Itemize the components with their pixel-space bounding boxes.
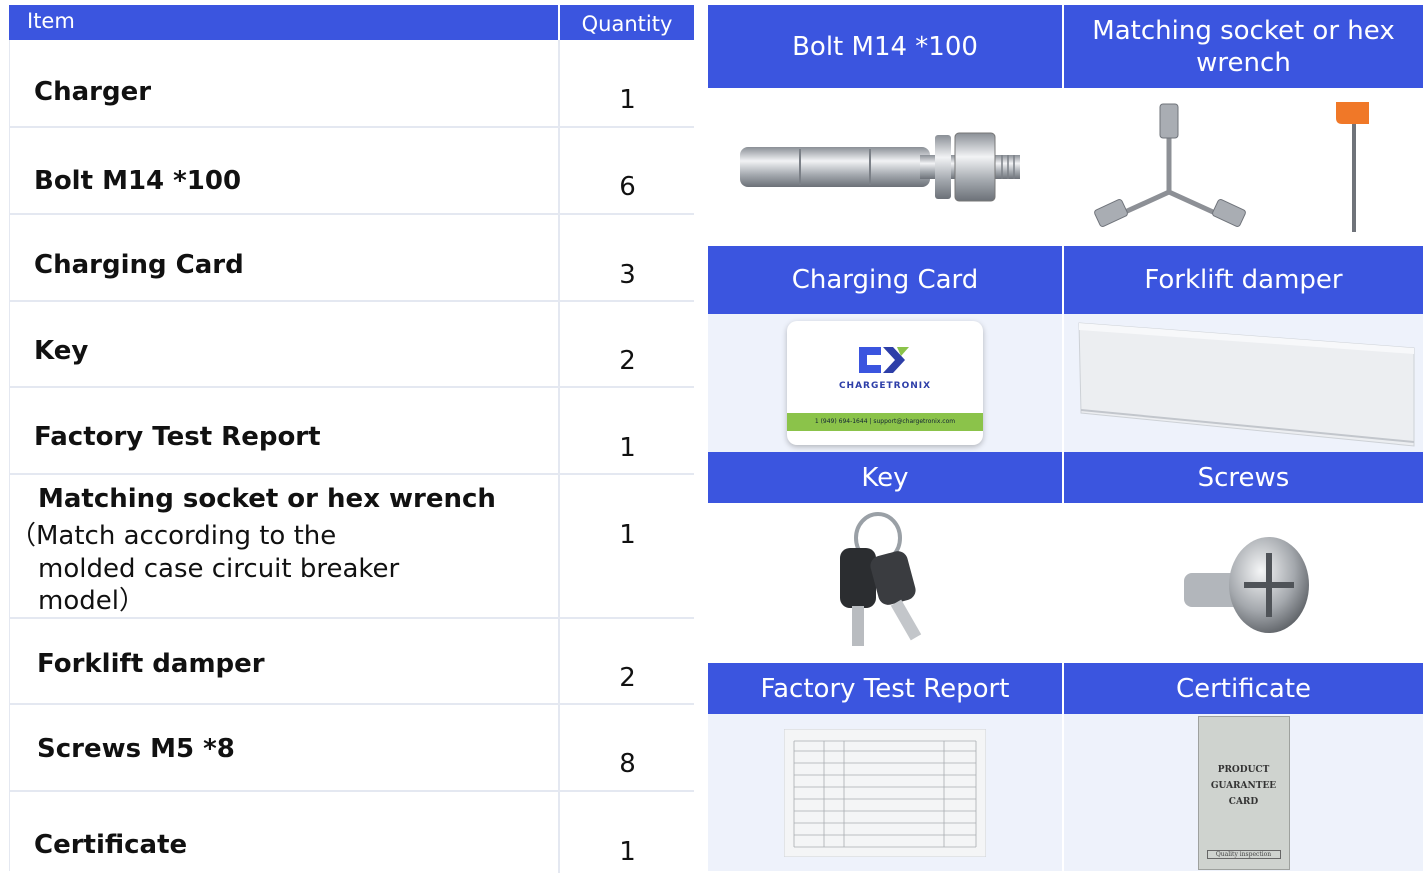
table-row: Screws M5 *8 8: [9, 705, 694, 792]
key-image: [840, 512, 922, 646]
row-item: Key: [34, 336, 89, 366]
row-item: Matching socket or hex wrench: [38, 484, 496, 514]
gallery-header-screws: Screws: [1064, 452, 1423, 503]
table-row: Factory Test Report 1: [9, 388, 694, 475]
certificate-stamp: Quality inspection: [1206, 849, 1281, 859]
table-row: Matching socket or hex wrench （Match acc…: [9, 475, 694, 619]
forklift-damper-image: [1077, 322, 1414, 447]
gallery-header-card: Charging Card: [708, 246, 1062, 314]
row-qty: 1: [619, 837, 636, 867]
row-qty: 8: [619, 749, 636, 779]
gallery-header-damper: Forklift damper: [1064, 246, 1423, 314]
certificate-image: PRODUCT GUARANTEE CARD Quality inspectio…: [1197, 715, 1290, 870]
key-image-cell: [708, 503, 1062, 663]
table-header: Item Quantity: [9, 5, 694, 40]
card-brand-text: CHARGETRONIX: [838, 381, 932, 391]
row-item: Factory Test Report: [34, 422, 321, 452]
row-qty: 1: [619, 520, 636, 550]
chargetronix-logo-icon: [859, 347, 909, 373]
row-item: Charger: [34, 77, 152, 107]
row-qty: 6: [619, 172, 636, 202]
table-row: Charging Card 3: [9, 215, 694, 302]
gallery-header-bolt: Bolt M14 *100: [708, 5, 1062, 88]
gallery-header-report: Factory Test Report: [708, 663, 1062, 714]
card-image-cell: CHARGETRONIX 1 (949) 694-1644 | support@…: [708, 314, 1062, 452]
bolt-image-cell: [708, 88, 1062, 246]
row-item: Certificate: [34, 830, 188, 860]
certificate-line-2: GUARANTEE: [1210, 780, 1277, 791]
row-qty: 2: [619, 346, 636, 376]
table-row: Charger 1: [9, 40, 694, 128]
bolt-image: [740, 132, 1020, 202]
row-qty: 1: [619, 433, 636, 463]
table-row: Bolt M14 *100 6: [9, 128, 694, 215]
table-row: Certificate 1: [9, 792, 694, 873]
certificate-image-cell: PRODUCT GUARANTEE CARD Quality inspectio…: [1064, 714, 1423, 871]
charging-card-image: CHARGETRONIX 1 (949) 694-1644 | support@…: [787, 321, 983, 445]
row-qty: 1: [619, 85, 636, 115]
gallery-header-key: Key: [708, 452, 1062, 503]
row-note-line-3: model）: [38, 586, 145, 616]
gallery-header-certificate: Certificate: [1064, 663, 1423, 714]
row-item: Bolt M14 *100: [34, 166, 242, 196]
wrench-image: [1093, 102, 1369, 232]
row-item: Forklift damper: [37, 649, 265, 679]
screw-image-cell: [1064, 503, 1423, 663]
factory-test-report-image: [784, 728, 986, 857]
wrench-image-cell: [1064, 88, 1423, 246]
header-quantity: Quantity: [558, 5, 694, 40]
row-item: Charging Card: [34, 250, 244, 280]
items-table: Item Quantity Charger 1 Bolt M14 *100 6 …: [9, 5, 694, 873]
row-qty: 2: [619, 663, 636, 693]
table-row: Key 2: [9, 302, 694, 388]
damper-image-cell: [1064, 314, 1423, 452]
card-contact-bar: 1 (949) 694-1644 | support@chargetronix.…: [787, 413, 983, 431]
certificate-line-1: PRODUCT: [1217, 764, 1270, 775]
header-item: Item: [27, 9, 75, 33]
report-image-cell: [708, 714, 1062, 871]
certificate-line-3: CARD: [1228, 796, 1259, 807]
gallery-header-wrench: Matching socket or hex wrench: [1064, 5, 1423, 88]
table-row: Forklift damper 2: [9, 619, 694, 705]
row-qty: 3: [619, 260, 636, 290]
parts-gallery: Bolt M14 *100 Matching socket or hex wre…: [708, 5, 1423, 871]
row-note-line-2: molded case circuit breaker: [38, 554, 400, 584]
row-item: Screws M5 *8: [37, 734, 235, 764]
screw-image: [1183, 537, 1309, 633]
row-note-line-1: （Match according to the: [10, 521, 337, 551]
